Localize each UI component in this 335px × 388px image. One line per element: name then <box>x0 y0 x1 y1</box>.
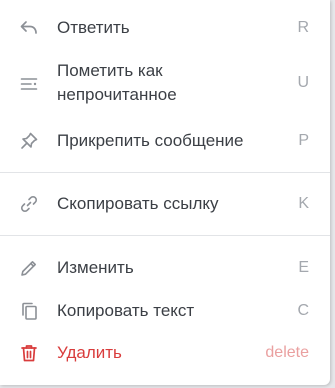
divider <box>0 172 330 173</box>
divider <box>0 235 330 236</box>
menu-item-label: Скопировать ссылку <box>57 194 219 213</box>
menu-item-label: Пометить как непрочитанное <box>57 61 177 104</box>
shortcut-hint: C <box>297 302 309 319</box>
menu-item-copy-link[interactable]: Скопировать ссылку K <box>0 191 330 217</box>
menu-item-pin[interactable]: Прикрепить сообщение P <box>0 128 330 154</box>
reply-icon <box>18 17 40 39</box>
copy-icon <box>18 300 40 322</box>
menu-item-copy-text[interactable]: Копировать текст C <box>0 298 330 324</box>
mark-unread-icon <box>18 73 40 95</box>
shortcut-hint: K <box>298 195 309 212</box>
shortcut-hint: R <box>297 19 309 36</box>
menu-item-reply[interactable]: Ответить R <box>0 15 330 41</box>
shortcut-hint: U <box>297 74 309 91</box>
menu-item-delete[interactable]: Удалить delete <box>0 340 330 366</box>
shortcut-hint: P <box>298 132 309 149</box>
menu-item-mark-unread[interactable]: Пометить как непрочитанное U <box>0 59 330 111</box>
trash-icon <box>18 342 40 364</box>
shortcut-hint: E <box>298 259 309 276</box>
menu-item-label: Изменить <box>57 258 134 277</box>
menu-item-label: Копировать текст <box>57 301 195 320</box>
menu-item-label: Прикрепить сообщение <box>57 131 244 150</box>
menu-item-edit[interactable]: Изменить E <box>0 255 330 281</box>
context-menu: Ответить R Пометить как непрочитанное U … <box>0 0 330 385</box>
shortcut-hint: delete <box>265 344 309 361</box>
menu-item-label: Удалить <box>57 343 122 362</box>
link-icon <box>18 193 40 215</box>
pin-icon <box>18 130 40 152</box>
pencil-icon <box>18 257 40 279</box>
menu-item-label: Ответить <box>57 18 130 37</box>
